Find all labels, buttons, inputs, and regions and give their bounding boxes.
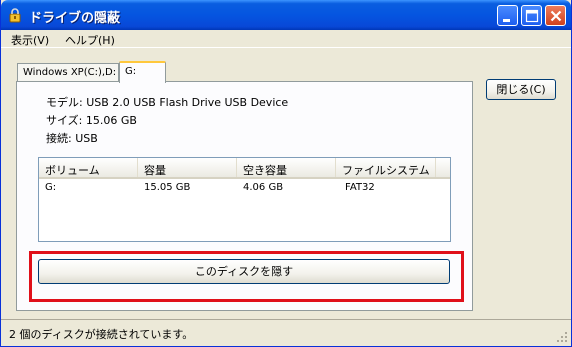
column-header-free-space[interactable]: 空き容量 [237,158,336,177]
close-button[interactable]: 閉じる(C) [486,79,556,100]
cell-volume: G: [45,182,57,193]
drive-size: サイズ: 15.06 GB [46,114,137,127]
column-header-volume[interactable]: ボリューム [39,158,138,177]
tab-windows-xp[interactable]: Windows XP(C:),D: [17,63,119,83]
close-window-button[interactable] [545,5,566,26]
resize-grip-icon[interactable] [556,331,568,343]
title-bar[interactable]: ドライブの隠蔽 [1,0,571,30]
close-icon [550,10,562,22]
drive-model: モデル: USB 2.0 USB Flash Drive USB Device [46,96,289,109]
maximize-button[interactable] [521,5,542,26]
volume-list-header: ボリューム 容量 空き容量 ファイルシステム [39,158,450,179]
volume-list[interactable]: ボリューム 容量 空き容量 ファイルシステム G: 15.05 GB 4.06 … [38,157,451,242]
tab-g-drive[interactable]: G: [119,61,166,83]
app-lock-icon [9,8,21,23]
status-bar: 2 個のディスクが接続されています。 [1,319,571,346]
column-header-capacity[interactable]: 容量 [138,158,237,177]
menu-bar: 表示(V) ヘルプ(H) [1,30,571,48]
minimize-button[interactable] [497,5,518,26]
hide-disk-button[interactable]: このディスクを隠す [38,259,450,284]
menu-help[interactable]: ヘルプ(H) [65,32,115,48]
status-text: 2 個のディスクが接続されています。 [9,328,194,341]
cell-capacity: 15.05 GB [144,182,191,193]
cell-file-system: FAT32 [345,182,375,193]
minimize-icon [503,19,510,22]
cell-free-space: 4.06 GB [243,182,284,193]
maximize-icon [525,9,539,23]
app-window: ドライブの隠蔽 表示(V) ヘルプ(H) Windows XP(C:),D: G… [0,0,572,347]
menu-view[interactable]: 表示(V) [11,32,49,48]
drive-connection: 接続: USB [46,132,98,145]
window-title: ドライブの隠蔽 [29,11,121,26]
column-header-file-system[interactable]: ファイルシステム [336,158,436,177]
